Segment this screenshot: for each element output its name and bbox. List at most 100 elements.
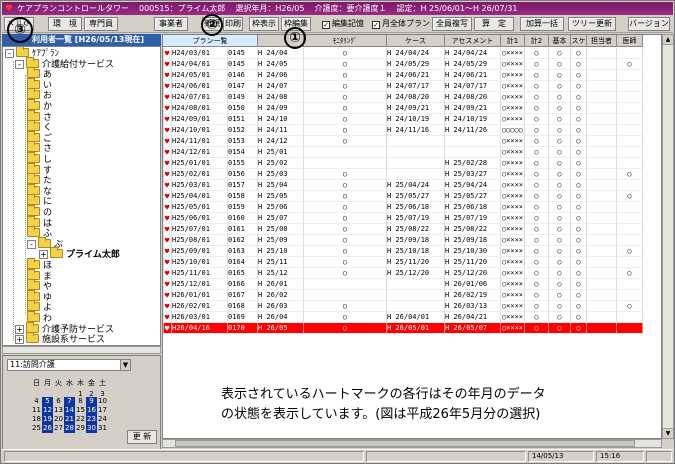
column-header[interactable]: アセスメント [445,35,501,47]
table-cell[interactable]: ○×××× [501,136,525,147]
table-cell[interactable] [617,125,643,136]
table-cell[interactable]: ○ [549,257,571,268]
table-cell[interactable] [587,224,617,235]
table-cell[interactable]: H 26/04/01 [387,312,445,323]
table-cell[interactable]: 0155 [228,158,258,169]
table-cell[interactable] [163,268,164,279]
heart-icon[interactable]: ♥ [163,290,172,301]
heart-icon[interactable]: ♥ [163,48,172,59]
table-cell[interactable] [163,136,164,147]
scroll-thumb[interactable] [175,440,635,447]
table-cell[interactable] [387,279,445,290]
table-cell[interactable]: ○ [304,246,387,257]
tree-node[interactable]: + 施設系サービス [15,332,105,345]
table-cell[interactable]: ○ [571,180,587,191]
specialist-button[interactable]: 専門員 [84,17,118,31]
table-cell[interactable]: ○ [571,191,587,202]
table-cell[interactable]: ○×××× [501,103,525,114]
table-cell[interactable]: ○×××× [501,191,525,202]
table-cell[interactable] [163,125,164,136]
table-cell[interactable]: ○×××× [501,301,525,312]
heart-icon[interactable]: ♥ [163,224,172,235]
table-cell[interactable]: H 25/09/18 [445,235,501,246]
version-button[interactable]: バージョン [628,17,670,31]
table-cell[interactable]: H24/07/01 [172,92,228,103]
table-cell[interactable]: H 24/06/21 [387,70,445,81]
table-cell[interactable]: H 24/05/29 [387,59,445,70]
table-row[interactable]: ♥ H25/12/01 0166 H 26/01 H 26/01/06 ○×××× ○ ○ ○ [163,279,643,290]
table-row[interactable]: ♥ H26/02/01 0168 H 26/03 ○ H 26/03/13 ○×××× ○ ○ ○… [163,301,643,312]
table-cell[interactable]: H 26/03/13 [445,301,501,312]
table-cell[interactable]: H25/09/01 [172,246,228,257]
table-cell[interactable]: ○ [549,169,571,180]
table-cell[interactable]: ○ [304,81,387,92]
scroll-down-icon[interactable]: ▼ [663,428,673,438]
table-cell[interactable]: H24/03/01 [172,48,228,59]
table-cell[interactable] [617,114,643,125]
table-cell[interactable]: H24/04/01 [172,59,228,70]
table-cell[interactable]: H 25/01 [258,147,304,158]
table-cell[interactable] [587,169,617,180]
table-cell[interactable]: 0153 [228,136,258,147]
heart-icon[interactable]: ♥ [163,103,172,114]
table-cell[interactable] [163,70,164,81]
table-cell[interactable] [617,92,643,103]
table-cell[interactable]: H24/12/01 [172,147,228,158]
table-cell[interactable] [304,158,387,169]
table-cell[interactable]: ○ [304,191,387,202]
table-cell[interactable]: H24/06/01 [172,81,228,92]
table-cell[interactable]: 0158 [228,191,258,202]
table-cell[interactable] [163,213,164,224]
table-cell[interactable]: ○ [549,246,571,257]
table-cell[interactable]: ○×××× [501,59,525,70]
table-cell[interactable]: H24/08/01 [172,103,228,114]
table-cell[interactable]: H26/02/01 [172,301,228,312]
table-cell[interactable]: H 25/02/28 [445,158,501,169]
table-cell[interactable] [617,323,643,334]
table-cell[interactable]: ○ [549,92,571,103]
copy-all-button[interactable]: 全員複写 [432,17,472,31]
table-cell[interactable] [163,224,164,235]
table-cell[interactable]: ○ [525,213,549,224]
table-cell[interactable]: ○×××× [501,169,525,180]
table-cell[interactable]: ○×××× [501,48,525,59]
table-row[interactable]: ♥ H25/07/01 0161 H 25/08 ○ H 25/08/22 H 25/08/… [163,224,643,235]
table-cell[interactable]: ○ [525,224,549,235]
table-cell[interactable]: H 24/05 [258,59,304,70]
table-cell[interactable] [387,301,445,312]
table-cell[interactable]: H 24/09/21 [387,103,445,114]
table-cell[interactable]: H 25/04 [258,180,304,191]
environment-button[interactable]: 環 境 [48,17,82,31]
table-cell[interactable]: 0145 [228,59,258,70]
table-cell[interactable]: H 25/06/18 [445,202,501,213]
table-cell[interactable]: ○ [549,158,571,169]
table-cell[interactable]: ○×××× [501,290,525,301]
table-cell[interactable]: ○ [304,92,387,103]
table-cell[interactable]: H 25/12/20 [387,268,445,279]
table-cell[interactable] [587,235,617,246]
table-cell[interactable]: ○ [571,114,587,125]
table-cell[interactable]: ○ [549,224,571,235]
table-cell[interactable]: H25/06/01 [172,213,228,224]
table-cell[interactable]: H 24/04/24 [387,48,445,59]
tree-horizontal-scrollbar[interactable] [2,346,161,354]
table-cell[interactable] [587,191,617,202]
table-cell[interactable]: ○ [525,180,549,191]
table-cell[interactable]: H25/10/01 [172,257,228,268]
table-cell[interactable]: H 25/07/19 [387,213,445,224]
monthly-plan-checkbox[interactable]: ✓ 月全体プラン [372,19,430,29]
table-cell[interactable]: ○ [571,81,587,92]
table-cell[interactable] [587,158,617,169]
heart-icon[interactable]: ♥ [163,279,172,290]
table-cell[interactable]: H 24/07/17 [445,81,501,92]
table-cell[interactable]: ○ [525,70,549,81]
table-cell[interactable]: ○○○○○ [501,125,525,136]
heart-icon[interactable]: ♥ [163,59,172,70]
table-cell[interactable] [587,202,617,213]
table-cell[interactable] [387,158,445,169]
table-cell[interactable]: H 25/03 [258,169,304,180]
table-cell[interactable]: ○ [571,301,587,312]
service-select[interactable]: 11:訪問介護 ▼ [7,359,131,371]
table-cell[interactable]: H 24/11/16 [387,125,445,136]
table-cell[interactable] [587,136,617,147]
